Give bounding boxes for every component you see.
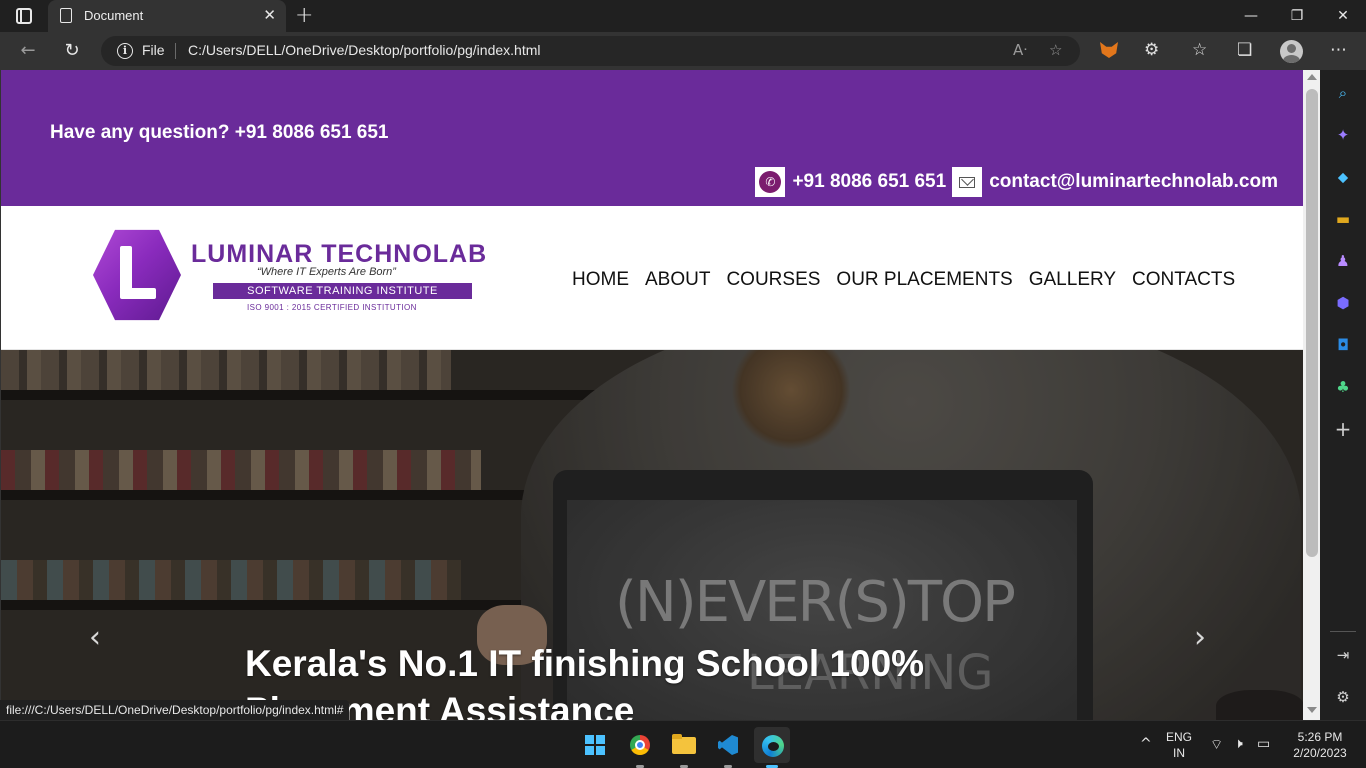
sidebar-divider: [1330, 631, 1356, 632]
email-address[interactable]: contact@luminartechnolab.com: [989, 171, 1278, 193]
phone-number[interactable]: +91 8086 651 651: [792, 171, 946, 193]
clock-date: 2/20/2023: [1293, 746, 1347, 760]
nav-home[interactable]: HOME: [572, 269, 629, 291]
contact-row: ✆ +91 8086 651 651 contact@luminartechno…: [755, 166, 1278, 198]
shopping-icon[interactable]: ⬥: [1334, 168, 1352, 186]
scroll-thumb[interactable]: [1306, 89, 1318, 557]
taskbar-vscode[interactable]: [710, 727, 746, 768]
back-icon[interactable]: ←: [14, 38, 42, 64]
edge-sidebar: ⌕ ✦ ⬥ ▬ ♟ ⬢ ◘ ♣ + ⇥ ⚙: [1320, 70, 1366, 720]
collections-icon[interactable]: ❏: [1237, 40, 1252, 60]
carousel-next-icon[interactable]: ›: [1194, 620, 1206, 655]
games-icon[interactable]: ♟: [1334, 252, 1352, 270]
page-scrollbar[interactable]: [1303, 70, 1320, 720]
logo-subtitle: SOFTWARE TRAINING INSTITUTE: [213, 283, 472, 299]
extensions-icon[interactable]: ⚙: [1144, 40, 1159, 60]
site-header: LUMINAR TECHNOLAB “Where IT Experts Are …: [1, 206, 1303, 350]
drop-icon[interactable]: ♣: [1334, 378, 1352, 396]
show-hidden-icons-icon[interactable]: ^: [1140, 736, 1152, 752]
hide-sidebar-icon[interactable]: ⇥: [1334, 646, 1352, 664]
volume-muted-icon[interactable]: 🕨: [1234, 736, 1243, 752]
clock-time: 5:26 PM: [1297, 730, 1343, 744]
taskbar: ^ ENG IN ⌔ 🕨 ▭ 5:26 PM 2/20/2023: [0, 720, 1366, 768]
region-code: IN: [1173, 746, 1185, 760]
chrome-icon: [630, 735, 650, 755]
address-bar[interactable]: i File C:/Users/DELL/OneDrive/Desktop/po…: [101, 36, 1080, 66]
info-icon[interactable]: i: [117, 43, 133, 59]
browser-title-bar: Document ✕ + — ❐ ✕: [0, 0, 1366, 32]
wifi-icon[interactable]: ⌔: [1210, 736, 1223, 754]
outlook-icon[interactable]: ◘: [1334, 336, 1352, 354]
language-indicator[interactable]: ENG IN: [1166, 729, 1192, 761]
edge-icon: [762, 735, 784, 757]
document-icon: [60, 8, 72, 23]
nav-about[interactable]: ABOUT: [645, 269, 710, 291]
start-button[interactable]: [577, 727, 613, 763]
mail-icon: [952, 167, 983, 197]
taskbar-chrome[interactable]: [622, 727, 658, 768]
nav-courses[interactable]: COURSES: [726, 269, 820, 291]
windows-icon: [585, 735, 605, 755]
question-text: Have any question? +91 8086 651 651: [50, 122, 389, 143]
tab-close-icon[interactable]: ✕: [263, 6, 276, 24]
close-window-icon[interactable]: ✕: [1320, 0, 1366, 32]
browser-toolbar: ← ↻ i File C:/Users/DELL/OneDrive/Deskto…: [0, 32, 1366, 70]
tab-title: Document: [84, 8, 144, 23]
new-tab-icon[interactable]: +: [295, 3, 313, 28]
add-sidebar-app-icon[interactable]: +: [1334, 419, 1352, 439]
tab-actions-icon[interactable]: [16, 8, 32, 24]
phone-icon: ✆: [755, 167, 786, 197]
main-nav: HOME ABOUT COURSES OUR PLACEMENTS GALLER…: [572, 269, 1235, 291]
vscode-icon: [718, 735, 738, 755]
nav-contacts[interactable]: CONTACTS: [1132, 269, 1235, 291]
tools-icon[interactable]: ▬: [1334, 210, 1352, 228]
metamask-extension-icon[interactable]: [1100, 42, 1118, 58]
copilot-icon[interactable]: ✦: [1334, 126, 1352, 144]
restore-icon[interactable]: ❐: [1274, 0, 1320, 32]
scroll-down-icon[interactable]: [1307, 707, 1317, 713]
logo-certification: ISO 9001 : 2015 CERTIFIED INSTITUTION: [247, 303, 417, 312]
url-text[interactable]: C:/Users/DELL/OneDrive/Desktop/portfolio…: [188, 42, 540, 58]
microsoft365-icon[interactable]: ⬢: [1334, 294, 1352, 312]
logo-mark-icon[interactable]: [93, 229, 181, 321]
logo-tagline: “Where IT Experts Are Born”: [257, 266, 396, 278]
hero-carousel: (N)EVER(S)TOP LEARNING ‹ › Kerala's No.1…: [1, 350, 1303, 720]
favorites-icon[interactable]: ☆: [1192, 40, 1207, 60]
taskbar-edge[interactable]: [754, 727, 790, 768]
status-url: file:///C:/Users/DELL/OneDrive/Desktop/p…: [0, 700, 350, 720]
taskbar-file-explorer[interactable]: [666, 727, 702, 768]
nav-gallery[interactable]: GALLERY: [1029, 269, 1116, 291]
sidebar-settings-icon[interactable]: ⚙: [1334, 688, 1352, 706]
refresh-icon[interactable]: ↻: [58, 38, 86, 64]
folder-icon: [672, 734, 696, 754]
scroll-up-icon[interactable]: [1307, 74, 1317, 80]
language-code: ENG: [1166, 730, 1193, 744]
battery-icon[interactable]: ▭: [1257, 736, 1270, 752]
page-viewport: Have any question? +91 8086 651 651 ✆ +9…: [0, 70, 1320, 720]
address-scheme-label: File: [142, 42, 165, 58]
more-options-icon[interactable]: ⋯: [1330, 40, 1347, 60]
hero-caption: Kerala's No.1 IT finishing School 100% P…: [245, 643, 925, 720]
browser-tab[interactable]: Document ✕: [48, 0, 286, 32]
add-favorite-icon[interactable]: ☆: [1049, 41, 1062, 59]
minimize-icon[interactable]: —: [1228, 0, 1274, 32]
address-divider: [175, 43, 176, 59]
carousel-prev-icon[interactable]: ‹: [89, 620, 101, 655]
logo-name[interactable]: LUMINAR TECHNOLAB: [191, 240, 487, 269]
profile-avatar[interactable]: [1280, 40, 1303, 63]
nav-our-placements[interactable]: OUR PLACEMENTS: [836, 269, 1012, 291]
clock[interactable]: 5:26 PM 2/20/2023: [1288, 729, 1352, 761]
search-icon[interactable]: ⌕: [1334, 84, 1352, 102]
read-aloud-icon[interactable]: Aᐧ: [1013, 41, 1027, 59]
contact-topbar: Have any question? +91 8086 651 651 ✆ +9…: [1, 70, 1303, 206]
